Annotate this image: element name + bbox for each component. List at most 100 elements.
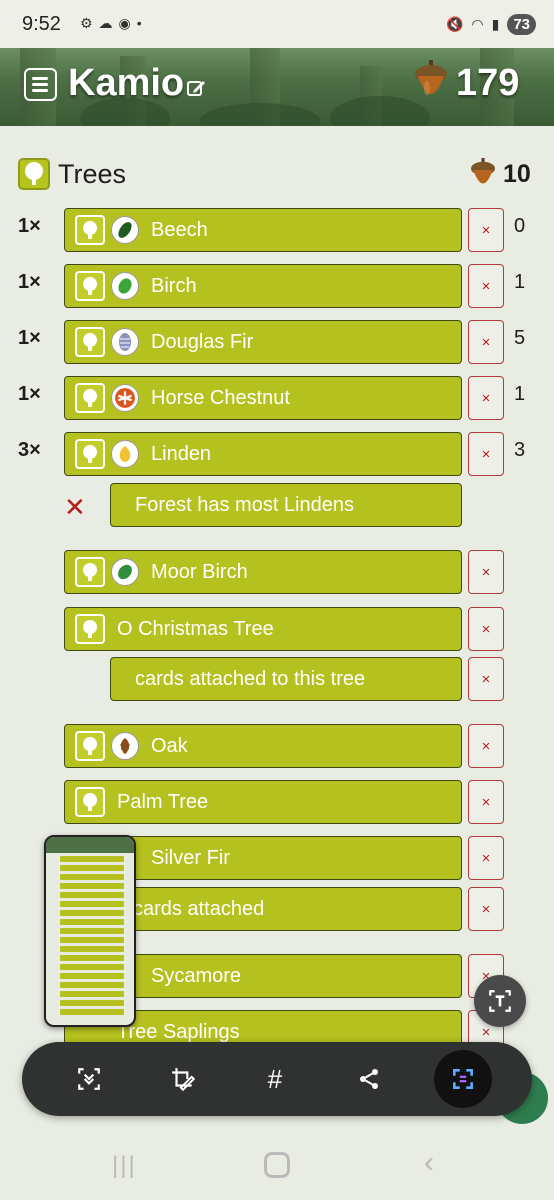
card-oak[interactable]: Oak (64, 724, 462, 768)
acorn-icon (415, 60, 447, 95)
quantity-label: 1× (18, 271, 41, 293)
signal-icon: ▮ (491, 15, 500, 32)
oak-leaf-icon (111, 732, 139, 760)
chestnut-leaf-icon (111, 384, 139, 412)
scroll-capture-icon (78, 1068, 100, 1090)
remove-button[interactable]: × (468, 550, 504, 594)
row-score: 3 (514, 439, 526, 461)
home-button[interactable] (264, 1152, 290, 1178)
card-beech[interactable]: Beech (64, 208, 462, 252)
beech-leaf-icon (111, 216, 139, 244)
edit-icon[interactable] (186, 78, 206, 98)
row-score: 0 (514, 215, 526, 237)
card-label: Douglas Fir (151, 330, 254, 353)
recent-apps-button[interactable]: ||| (112, 1152, 137, 1180)
card-douglas-fir[interactable]: Douglas Fir (64, 320, 462, 364)
draw-button[interactable] (162, 1058, 204, 1100)
row-score: 5 (514, 327, 526, 349)
objective-failed-icon: ✕ (64, 492, 86, 522)
card-label: Beech (151, 218, 208, 241)
tree-icon (75, 271, 105, 301)
tree-icon (75, 439, 105, 469)
quantity-label: 1× (18, 215, 41, 237)
card-label: cards attached (133, 897, 265, 920)
remove-button[interactable]: × (468, 320, 504, 364)
remove-button[interactable]: × (468, 657, 504, 701)
tree-icon (75, 787, 105, 817)
score-total: 179 (456, 62, 520, 104)
hashtag-button[interactable]: # (254, 1058, 296, 1100)
battery-badge: 73 (507, 13, 536, 35)
extract-text-button[interactable] (474, 975, 526, 1027)
screenshot-toolbar: # (22, 1042, 532, 1116)
tree-icon (75, 557, 105, 587)
card-label: cards attached to this tree (135, 667, 366, 690)
quantity-label: 3× (18, 439, 41, 461)
remove-button[interactable]: × (468, 432, 504, 476)
card-label: Silver Fir (151, 846, 230, 869)
row-score: 1 (514, 383, 526, 405)
text-icon (489, 990, 511, 1012)
screenshot-thumbnail[interactable] (44, 835, 136, 1027)
status-time: 9:52 (22, 13, 61, 35)
linden-leaf-icon (111, 440, 139, 468)
mute-icon: 🔇 (445, 15, 464, 32)
tree-icon (75, 327, 105, 357)
remove-button[interactable]: × (468, 607, 504, 651)
menu-button[interactable] (24, 68, 57, 101)
acorn-icon (471, 158, 495, 184)
tree-icon (75, 215, 105, 245)
birch-leaf-icon (111, 272, 139, 300)
card-attached-cards[interactable]: cards attached to this tree (110, 657, 462, 701)
section-title: Trees (58, 159, 127, 189)
section-score: 10 (503, 160, 531, 188)
card-label: Oak (151, 734, 188, 757)
back-button[interactable]: ‹ (424, 1146, 434, 1180)
card-label: Sycamore (151, 964, 242, 987)
share-icon (360, 1069, 378, 1089)
card-label: Forest has most Lindens (135, 493, 354, 516)
app-header: Kamio 179 (0, 48, 554, 126)
card-label: Horse Chestnut (151, 386, 290, 409)
fir-cone-icon (111, 328, 139, 356)
card-palm-tree[interactable]: Palm Tree (64, 780, 462, 824)
card-linden[interactable]: Linden (64, 432, 462, 476)
remove-button[interactable]: × (468, 724, 504, 768)
moor-birch-leaf-icon (111, 558, 139, 586)
crop-draw-icon (172, 1068, 196, 1092)
card-label: Palm Tree (117, 790, 209, 813)
quantity-label: 1× (18, 383, 41, 405)
ai-select-button[interactable] (434, 1050, 492, 1108)
notification-icons: ⚙☁◉• (80, 15, 148, 31)
row-score: 1 (514, 271, 526, 293)
remove-button[interactable]: × (468, 887, 504, 931)
remove-button[interactable]: × (468, 264, 504, 308)
card-moor-birch[interactable]: Moor Birch (64, 550, 462, 594)
status-right: 🔇 ◠ ▮ 73 (446, 12, 536, 36)
card-attached-cards[interactable]: cards attached (110, 887, 462, 931)
scroll-capture-button[interactable] (68, 1058, 110, 1100)
card-label: O Christmas Tree (117, 617, 274, 640)
card-o-christmas-tree[interactable]: O Christmas Tree (64, 607, 462, 651)
remove-button[interactable]: × (468, 208, 504, 252)
card-label: Moor Birch (151, 560, 248, 583)
trees-section-icon (18, 158, 50, 190)
card-horse-chestnut[interactable]: Horse Chestnut (64, 376, 462, 420)
tree-icon (75, 383, 105, 413)
remove-button[interactable]: × (468, 376, 504, 420)
system-nav-bar: ||| ‹ (0, 1134, 554, 1200)
share-button[interactable] (348, 1058, 390, 1100)
card-birch[interactable]: Birch (64, 264, 462, 308)
card-objective-most-lindens[interactable]: Forest has most Lindens (110, 483, 462, 527)
quantity-label: 1× (18, 327, 41, 349)
tree-icon (75, 731, 105, 761)
card-label: Birch (151, 274, 197, 297)
wifi-icon: ◠ (471, 15, 484, 32)
tree-icon (75, 614, 105, 644)
ai-select-icon (453, 1069, 473, 1089)
remove-button[interactable]: × (468, 780, 504, 824)
remove-button[interactable]: × (468, 836, 504, 880)
status-bar: 9:52 ⚙☁◉• 🔇 ◠ ▮ 73 (0, 0, 554, 48)
card-label: Linden (151, 442, 212, 465)
app-title: Kamio (68, 62, 185, 104)
